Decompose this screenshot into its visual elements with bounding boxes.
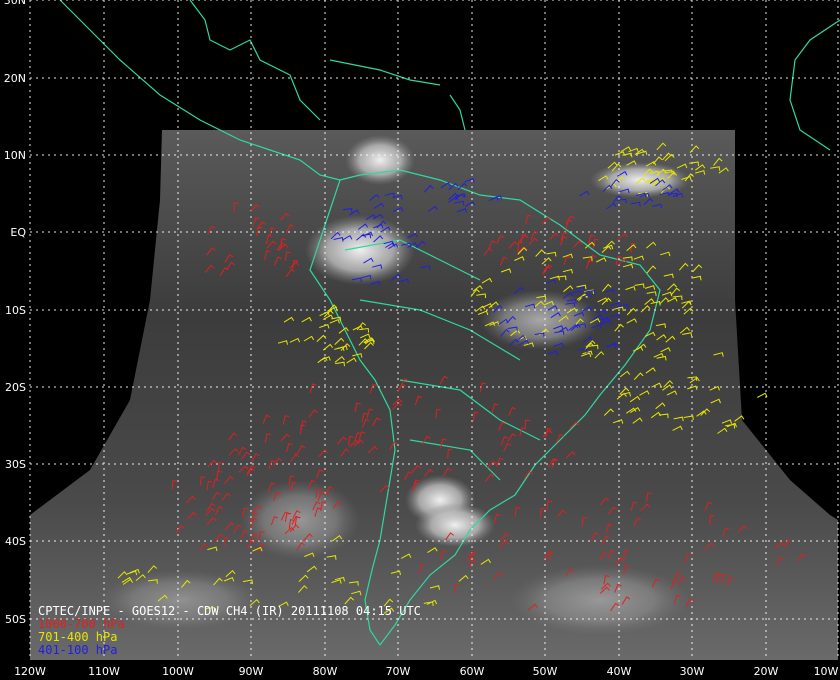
longitude-label: 20W — [754, 665, 779, 678]
satellite-wind-map: 30N 20N 10N EQ 10S 20S 30S 40S 50S 120W 110W 100W 9… — [4, 0, 840, 678]
longitude-label: 70W — [386, 665, 411, 678]
longitude-label: 40W — [607, 665, 632, 678]
latitude-label: EQ — [10, 226, 26, 239]
longitude-label: 120W — [14, 665, 46, 678]
longitude-label: 90W — [239, 665, 264, 678]
longitude-labels: 120W 110W 100W 90W 80W 70W 60W 50W 40W 30W 20W 10W — [14, 665, 838, 678]
latitude-label: 50S — [5, 613, 26, 626]
latitude-label: 10S — [5, 304, 26, 317]
longitude-label: 50W — [533, 665, 558, 678]
longitude-label: 100W — [162, 665, 194, 678]
latitude-labels: 30N 20N 10N EQ 10S 20S 30S 40S 50S — [4, 0, 27, 626]
longitude-label: 10W — [814, 665, 839, 678]
latitude-label: 30S — [5, 458, 26, 471]
longitude-label: 80W — [313, 665, 338, 678]
longitude-label: 30W — [680, 665, 705, 678]
latitude-label: 20N — [4, 72, 26, 85]
longitude-label: 110W — [88, 665, 120, 678]
latitude-label: 20S — [5, 381, 26, 394]
latitude-label: 30N — [4, 0, 26, 7]
legend-high-level: 401-100 hPa — [38, 643, 118, 657]
latitude-label: 40S — [5, 535, 26, 548]
latitude-label: 10N — [4, 149, 26, 162]
longitude-label: 60W — [460, 665, 485, 678]
